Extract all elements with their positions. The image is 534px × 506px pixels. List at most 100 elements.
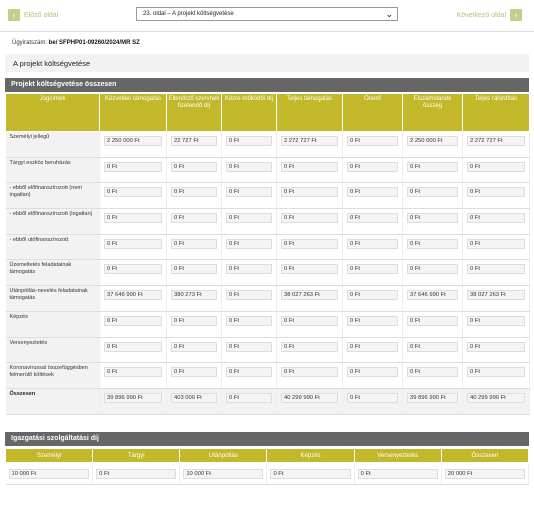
column-header: Közvetlen támogatás [99,93,167,132]
amount-field: 0 Ft [347,341,398,352]
table-cell: 0 Ft [221,311,277,338]
amount-field: 0 Ft [104,213,162,224]
file-number-value: be/ SFPHP01-09260/2024/MR SZ [48,40,140,46]
table-cell: 0 Ft [276,362,343,389]
row-label: Versenyeztetés [5,337,100,364]
amount-field: 0 Ft [407,341,458,352]
amount-field: 0 Ft [171,264,217,275]
budget-table: Jogcímek Közvetlen támogatás Ellenőrző sze… [5,93,530,415]
chevron-right-icon: › [510,9,522,21]
amount-field: 0 Ft [467,213,525,224]
table-cell: 0 Ft [402,234,463,261]
amount-field: 0 Ft [467,264,525,275]
table-cell: 380 273 Ft [166,285,222,312]
amount-field: 38 027 263 Ft [467,290,525,301]
fee-amount-field: 10 000 Ft [183,468,264,479]
table-cell: 0 Ft [166,234,222,261]
amount-field: 0 Ft [226,161,272,172]
table-cell: 0 Ft [462,362,530,389]
file-number-label: Ügyiratszám: [12,40,48,46]
amount-field: 0 Ft [407,264,458,275]
table-cell: 0 Ft [221,362,277,389]
table-cell: 0 Ft [462,234,530,261]
table-cell: 0 Ft [99,362,167,389]
prev-page-button[interactable]: ‹ Előző oldal [8,8,58,22]
table-cell: 2 250 000 Ft [402,131,463,158]
amount-field: 0 Ft [347,315,398,326]
table-cell: 0 Ft [342,259,403,287]
table-cell: 0 Ft [342,362,403,389]
table-cell: 0 Ft [166,337,222,364]
fee-cell: 10 000 Ft [179,462,268,485]
table-cell: 0 Ft [99,259,167,287]
amount-field: 0 Ft [226,264,272,275]
table-row: Személyi jellegű 2 250 000 Ft 22 727 Ft 0 F… [5,131,530,158]
table-row: Képzés 0 Ft 0 Ft 0 Ft 0 Ft 0 Ft 0 Ft 0 Ft [5,311,530,338]
amount-field: 0 Ft [407,187,458,198]
table-cell: 403 000 Ft [166,388,222,415]
amount-field: 0 Ft [347,161,398,172]
table-cell: 0 Ft [221,285,277,312]
budget-header-row: Jogcímek Közvetlen támogatás Ellenőrző sze… [5,93,530,132]
table-cell: 0 Ft [276,259,343,287]
fees-section-header: Igazgatási szolgáltatási díj [5,432,529,446]
table-cell: 0 Ft [166,362,222,389]
table-cell: 39 896 990 Ft [402,388,463,415]
table-cell: 0 Ft [99,157,167,184]
table-cell: 0 Ft [342,311,403,338]
amount-field: 0 Ft [467,161,525,172]
fee-column-header: Tárgyi [92,448,181,463]
amount-field: 38 027 263 Ft [281,290,338,301]
amount-field: 0 Ft [407,367,458,378]
amount-field: 2 250 000 Ft [407,136,458,146]
row-label: - ebből utófinanszírozott [5,234,100,261]
table-row: - ebből előfinanszírozott (nem ingatlan)… [5,182,530,210]
amount-field: 0 Ft [171,367,217,378]
table-row: - ebből előfinanszírozott (ingatlan) 0 Ft… [5,208,530,235]
table-row: Tárgyi eszköz beruházás 0 Ft 0 Ft 0 Ft 0 Ft 0… [5,157,530,184]
amount-field: 0 Ft [281,213,338,224]
fee-amount-field: 0 Ft [357,468,438,479]
amount-field: 0 Ft [226,213,272,224]
amount-field: 0 Ft [467,187,525,198]
table-cell: 40 299 990 Ft [276,388,343,415]
amount-field: 0 Ft [226,187,272,198]
amount-field: 0 Ft [467,315,525,326]
row-label: Összesen [5,388,100,415]
table-cell: 0 Ft [462,311,530,338]
amount-field: 0 Ft [347,238,398,249]
amount-field: 0 Ft [104,341,162,352]
fee-column-header: Utánpótlás [179,448,268,463]
column-header: Jogcímek [5,93,100,132]
fee-cell: 0 Ft [354,462,442,485]
fee-cell: 0 Ft [92,462,181,485]
fees-table: Személyi Tárgyi Utánpótlás Képzés Versenyezt… [4,448,530,485]
fee-cell: 10 000 Ft [5,462,94,485]
summary-section-header: Projekt költségvetése összesen [5,78,529,92]
table-cell: 0 Ft [276,311,343,338]
row-label: Képzés [5,311,100,338]
amount-field: 0 Ft [226,392,272,403]
fee-amount-field: 10 000 Ft [8,468,90,479]
amount-field: 0 Ft [407,161,458,172]
amount-field: 0 Ft [467,238,525,249]
table-cell: 0 Ft [342,157,403,184]
amount-field: 0 Ft [171,341,217,352]
fee-amount-field: 0 Ft [96,468,177,479]
page-select[interactable]: 23. oldal – A projekt költségvetése ⌄ [136,7,398,21]
amount-field: 403 000 Ft [171,392,217,403]
next-page-button[interactable]: Következő oldal › [457,8,522,22]
amount-field: 40 299 990 Ft [467,392,525,403]
amount-field: 0 Ft [226,315,272,326]
page-select-value: 23. oldal – A projekt költségvetése [143,11,234,17]
table-cell: 0 Ft [221,131,277,158]
chevron-left-icon: ‹ [8,9,20,21]
table-cell: 0 Ft [276,208,343,235]
table-cell: 0 Ft [221,259,277,287]
table-row: Versenyeztetés 0 Ft 0 Ft 0 Ft 0 Ft 0 Ft 0 Ft 0 … [5,337,530,364]
table-cell: 0 Ft [166,208,222,235]
table-row: Utánpótlás-nevelés feladatainak támogatá… [5,285,530,312]
file-number: Ügyiratszám: be/ SFPHP01-09260/2024/MR S… [12,40,140,46]
amount-field: 0 Ft [347,264,398,275]
table-cell: 0 Ft [402,362,463,389]
